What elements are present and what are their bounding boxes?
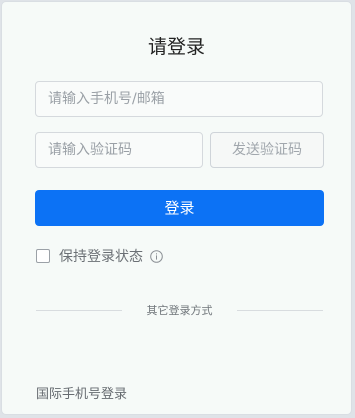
other-methods-divider: 其它登录方式 xyxy=(36,302,323,318)
login-card: 请登录 发送验证码 登录 保持登录状态 其它登录方式 国际手机号登录 xyxy=(1,1,352,415)
remember-label: 保持登录状态 xyxy=(59,249,143,265)
send-code-button[interactable]: 发送验证码 xyxy=(210,132,324,168)
divider-line-right xyxy=(237,310,323,311)
phone-email-input[interactable] xyxy=(35,81,323,117)
login-button[interactable]: 登录 xyxy=(35,190,324,226)
remember-login-toggle[interactable]: 保持登录状态 xyxy=(36,247,163,265)
verification-code-input[interactable] xyxy=(35,132,203,168)
intl-phone-login-link[interactable]: 国际手机号登录 xyxy=(36,383,127,402)
page-title: 请登录 xyxy=(147,36,205,58)
remember-checkbox[interactable] xyxy=(36,249,50,263)
info-icon[interactable] xyxy=(150,249,163,263)
